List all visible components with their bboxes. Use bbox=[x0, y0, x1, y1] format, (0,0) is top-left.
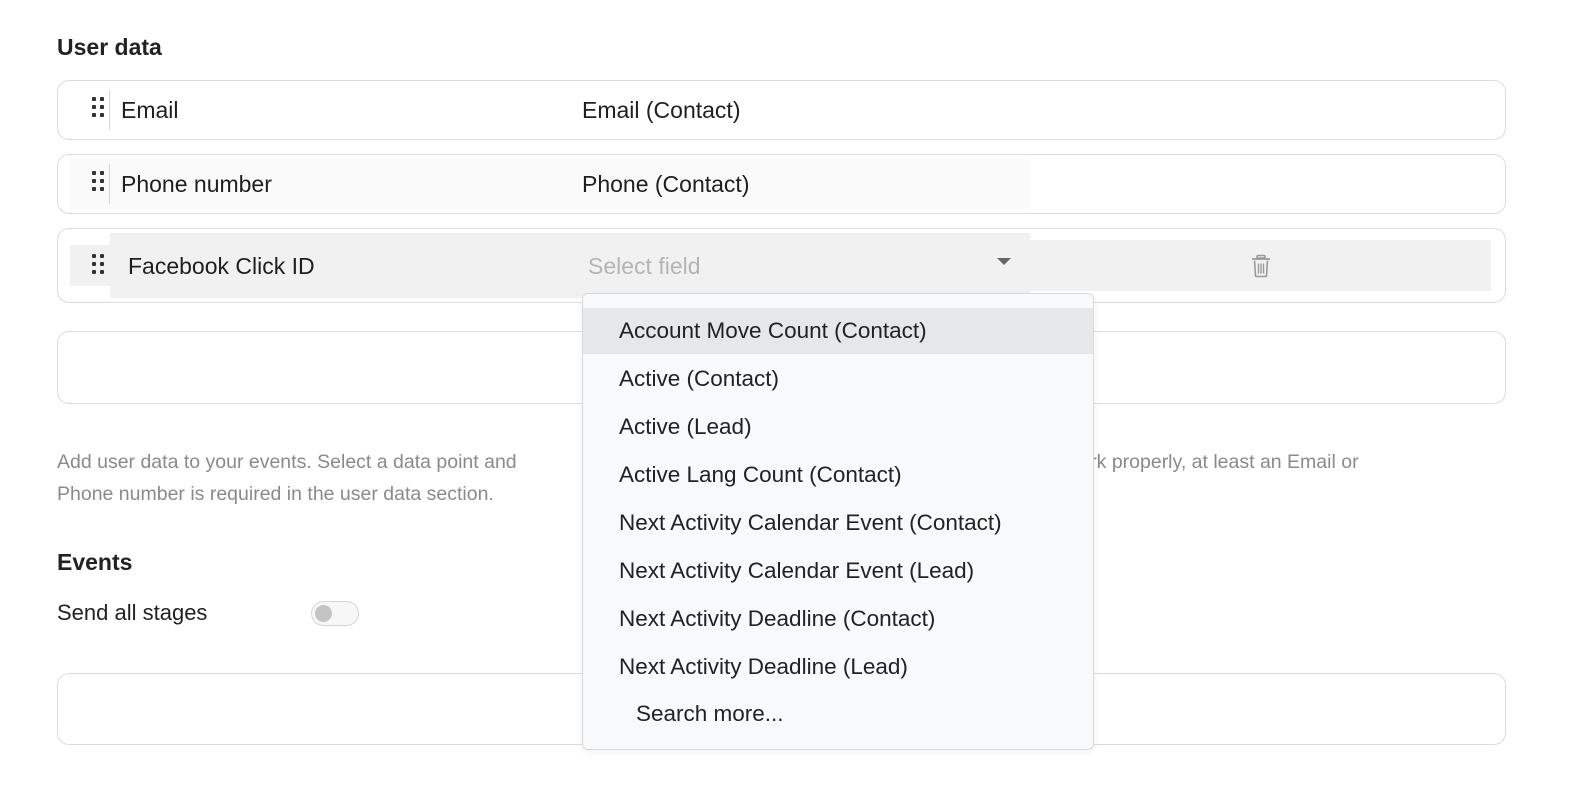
trash-icon[interactable] bbox=[1250, 254, 1272, 278]
help-text-start: Add user data to your events. Select a d… bbox=[57, 451, 517, 473]
search-more-option[interactable]: Search more... bbox=[583, 691, 1093, 737]
user-data-field-value[interactable]: Phone (Contact) bbox=[582, 171, 749, 198]
user-data-label: Phone number bbox=[121, 171, 272, 197]
select-field-dropdown[interactable]: Select field bbox=[588, 253, 701, 280]
caret-down-icon[interactable] bbox=[997, 258, 1011, 265]
user-data-title: User data bbox=[57, 34, 162, 60]
user-data-label: Email bbox=[121, 97, 179, 123]
user-data-label: Facebook Click ID bbox=[128, 253, 315, 279]
send-all-stages-label: Send all stages bbox=[57, 600, 208, 625]
send-all-stages-toggle[interactable] bbox=[311, 601, 359, 626]
dropdown-option[interactable]: Active (Contact) bbox=[583, 356, 1093, 402]
dropdown-option[interactable]: Next Activity Calendar Event (Lead) bbox=[583, 548, 1093, 594]
toggle-knob bbox=[315, 605, 332, 622]
row-divider bbox=[109, 90, 110, 130]
dropdown-option[interactable]: Next Activity Calendar Event (Contact) bbox=[583, 500, 1093, 546]
select-field-menu: Account Move Count (Contact) Active (Con… bbox=[582, 293, 1094, 750]
drag-handle-icon[interactable] bbox=[92, 171, 106, 195]
dropdown-option[interactable]: Next Activity Deadline (Lead) bbox=[583, 644, 1093, 690]
row-divider bbox=[109, 164, 110, 204]
dropdown-option[interactable]: Active (Lead) bbox=[583, 404, 1093, 450]
dropdown-option[interactable]: Active Lang Count (Contact) bbox=[583, 452, 1093, 498]
events-title: Events bbox=[57, 549, 133, 575]
drag-handle-icon[interactable] bbox=[92, 97, 106, 121]
user-data-field-value[interactable]: Email (Contact) bbox=[582, 97, 740, 124]
dropdown-option[interactable]: Account Move Count (Contact) bbox=[583, 308, 1093, 354]
dropdown-option[interactable]: Next Activity Deadline (Contact) bbox=[583, 596, 1093, 642]
user-data-row-email bbox=[57, 80, 1506, 140]
drag-handle-icon[interactable] bbox=[92, 254, 106, 278]
help-text-line2: Phone number is required in the user dat… bbox=[57, 483, 494, 505]
user-data-settings-page: User data Email Email (Contact) Phone nu… bbox=[0, 0, 1594, 796]
